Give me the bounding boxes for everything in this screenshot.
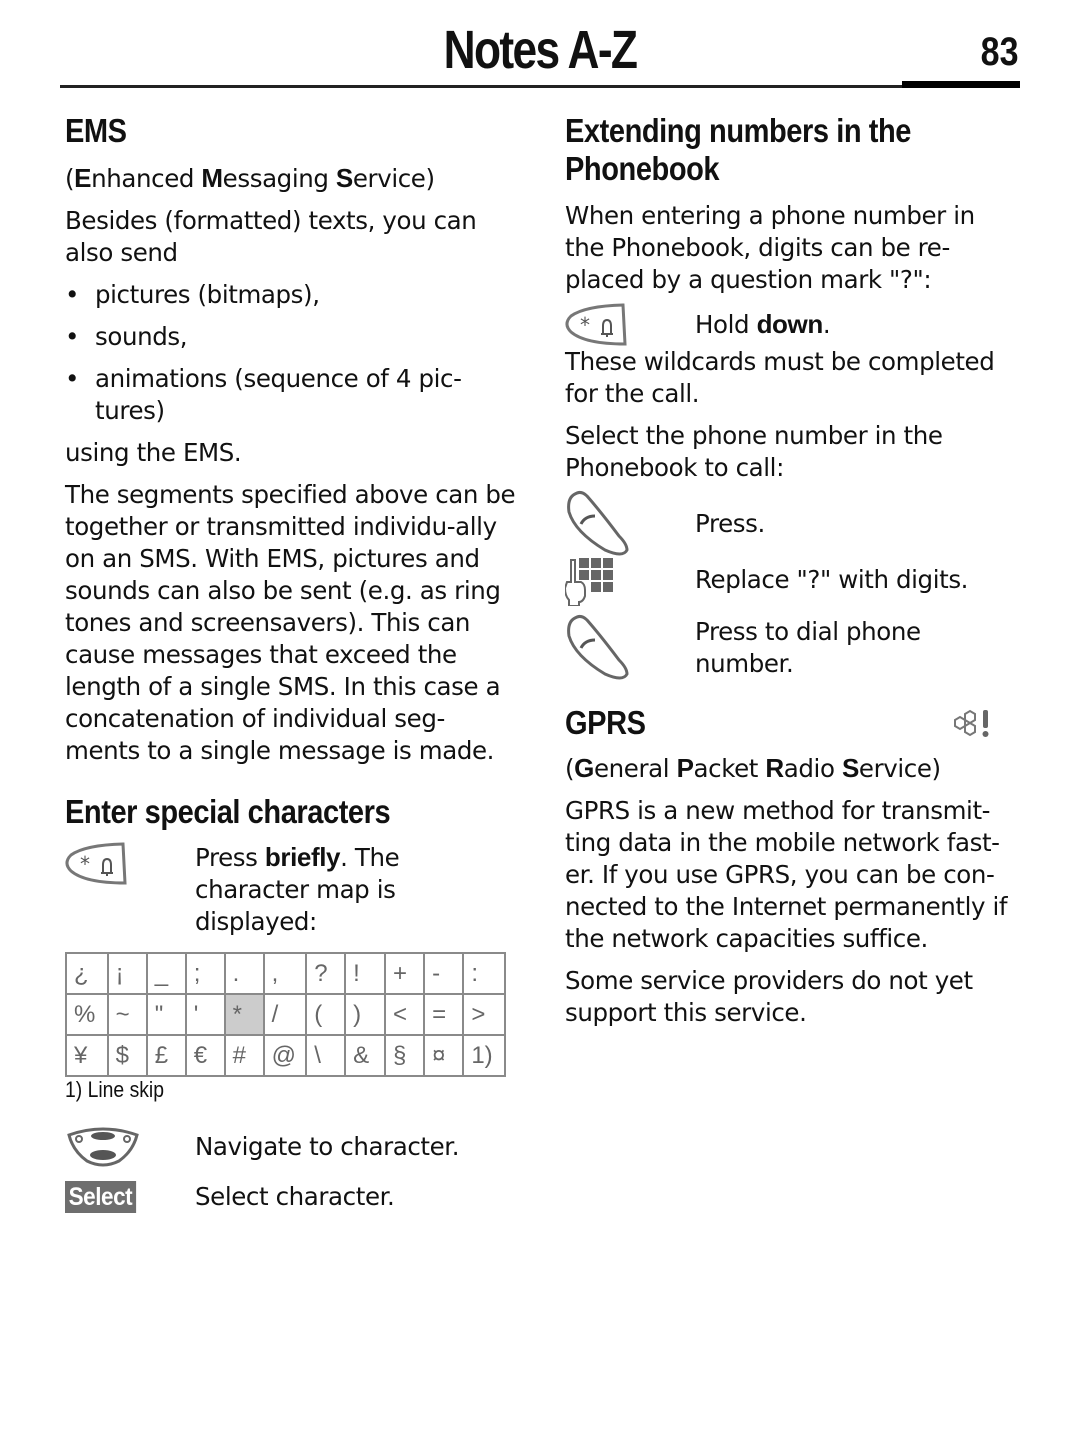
extending-intro: When entering a phone number in the Phon… [565, 201, 975, 294]
extending-heading-line2: Phonebook [565, 150, 720, 187]
charmap-cell[interactable]: \ [305, 1034, 347, 1077]
ems-heading: EMS [65, 112, 127, 149]
ems-body: The segments specified above can be toge… [65, 480, 516, 765]
charmap-row: % ~ " ' * /() < = > [65, 993, 506, 1036]
extending-wildcards: These wildcards must be completed for th… [565, 347, 995, 408]
header-divider [60, 85, 902, 88]
step-replace-digits: Replace "?" with digits. [563, 556, 1020, 614]
charmap-cell[interactable]: ? [305, 952, 347, 995]
gprs-expansion: (General Packet Radio Service) [565, 753, 941, 783]
gprs-note: Some service providers do not yet suppor… [565, 966, 973, 1027]
gprs-heading: GPRS [565, 704, 646, 741]
charmap-cell[interactable]: + [383, 952, 426, 995]
navigation-key-icon [65, 1125, 141, 1174]
charmap-cell[interactable]: & [344, 1034, 386, 1077]
step-navigate-text: Navigate to character. [195, 1132, 460, 1161]
charmap-cell[interactable]: @ [262, 1034, 308, 1077]
step-press-call-text: Press. [695, 509, 765, 538]
keypad-icon [563, 556, 613, 611]
charmap-cell[interactable]: > [462, 993, 506, 1036]
step-dial-text: Press to dial phone number. [695, 617, 921, 678]
left-column: EMS (Enhanced Messaging Service) Besides… [65, 112, 516, 1221]
charmap-cell[interactable]: _ [145, 952, 187, 995]
step-dial: Press to dial phone number. [565, 614, 1020, 680]
extending-heading-line1: Extending numbers in the [565, 112, 912, 149]
step-select-text: Select character. [195, 1182, 395, 1211]
charmap-footnote: 1) Line skip [65, 1077, 165, 1102]
charmap-cell[interactable]: £ [145, 1034, 187, 1077]
network-service-icon [953, 708, 995, 745]
step-navigate: Navigate to character. [65, 1125, 515, 1167]
charmap-cell[interactable]: : [462, 952, 506, 995]
charmap-cell[interactable]: ¥ [65, 1034, 109, 1077]
page-title: Notes A-Z [443, 20, 638, 80]
ems-after-bullets: using the EMS. [65, 438, 242, 467]
charmap-cell[interactable]: 1) [462, 1034, 506, 1077]
charmap-cell[interactable]: $ [106, 1034, 148, 1077]
step-press-call: Press. [565, 490, 1020, 556]
charmap-cell[interactable]: . [223, 952, 265, 995]
list-item: animations (sequence of 4 pic-tures) [65, 363, 515, 427]
charmap-cell[interactable]: - [423, 952, 465, 995]
ems-bullet-list: pictures (bitmaps), sounds, animations (… [65, 279, 515, 427]
charmap-cell[interactable]: % [65, 993, 109, 1036]
star-bell-key-icon: * [565, 302, 627, 353]
charmap-cell[interactable]: # [223, 1034, 265, 1077]
step-hold-down-text: Hold down. [695, 309, 831, 339]
charmap-cell[interactable]: € [184, 1034, 226, 1077]
star-bell-key-icon: * [65, 841, 127, 892]
call-key-icon [565, 490, 631, 561]
charmap-cell[interactable]: ( [305, 993, 347, 1036]
charmap-cell[interactable]: ; [184, 952, 226, 995]
ems-intro: Besides (formatted) texts, you can also … [65, 206, 477, 267]
step-select: Select Select character. [65, 1181, 515, 1221]
charmap-cell[interactable]: " [145, 993, 187, 1036]
gprs-body: GPRS is a new method for transmit-ting d… [565, 796, 1008, 953]
list-item: sounds, [65, 321, 515, 353]
step-press-briefly: * Press briefly. The character map is di… [65, 841, 515, 938]
charmap-row: ¿ ¡ _;.,?! + -: [65, 952, 506, 995]
charmap-cell[interactable]: ¿ [65, 952, 109, 995]
gprs-header: GPRS [565, 704, 1020, 742]
select-softkey[interactable]: Select [65, 1181, 136, 1213]
charmap-cell[interactable]: ~ [106, 993, 148, 1036]
charmap-cell[interactable]: / [262, 993, 308, 1036]
step-replace-digits-text: Replace "?" with digits. [695, 565, 969, 594]
charmap-cell[interactable]: = [423, 993, 465, 1036]
right-column: Extending numbers in the Phonebook When … [563, 112, 1020, 1029]
extending-select: Select the phone number in the Phonebook… [565, 421, 943, 482]
ems-expansion: (Enhanced Messaging Service) [65, 163, 435, 193]
page-number: 83 [980, 30, 1018, 74]
page-number-underline [902, 81, 1020, 88]
step-hold-down: * Hold down. [565, 302, 1020, 346]
charmap-cell[interactable]: < [383, 993, 426, 1036]
charmap-cell[interactable]: ! [344, 952, 386, 995]
charmap-row: ¥ $ £ € # @ \ & § ¤ 1) [65, 1034, 506, 1077]
list-item: pictures (bitmaps), [65, 279, 515, 311]
special-chars-heading: Enter special characters [65, 793, 391, 830]
charmap-cell[interactable]: ¤ [423, 1034, 465, 1077]
charmap-cell[interactable]: § [383, 1034, 426, 1077]
charmap-cell[interactable]: ) [344, 993, 386, 1036]
charmap-cell[interactable]: , [262, 952, 308, 995]
charmap-cell[interactable]: * [223, 993, 265, 1036]
svg-text:*: * [580, 313, 590, 337]
character-map[interactable]: ¿ ¡ _;.,?! + -:% ~ " ' * /() < = > ¥ $ £ € # @ \ & § ¤ 1) [65, 952, 506, 1077]
call-key-icon [565, 614, 631, 685]
step-press-briefly-text: Press briefly. The character map is disp… [195, 842, 400, 936]
svg-text:*: * [80, 852, 90, 876]
charmap-cell[interactable]: ¡ [106, 952, 148, 995]
charmap-cell[interactable]: ' [184, 993, 226, 1036]
